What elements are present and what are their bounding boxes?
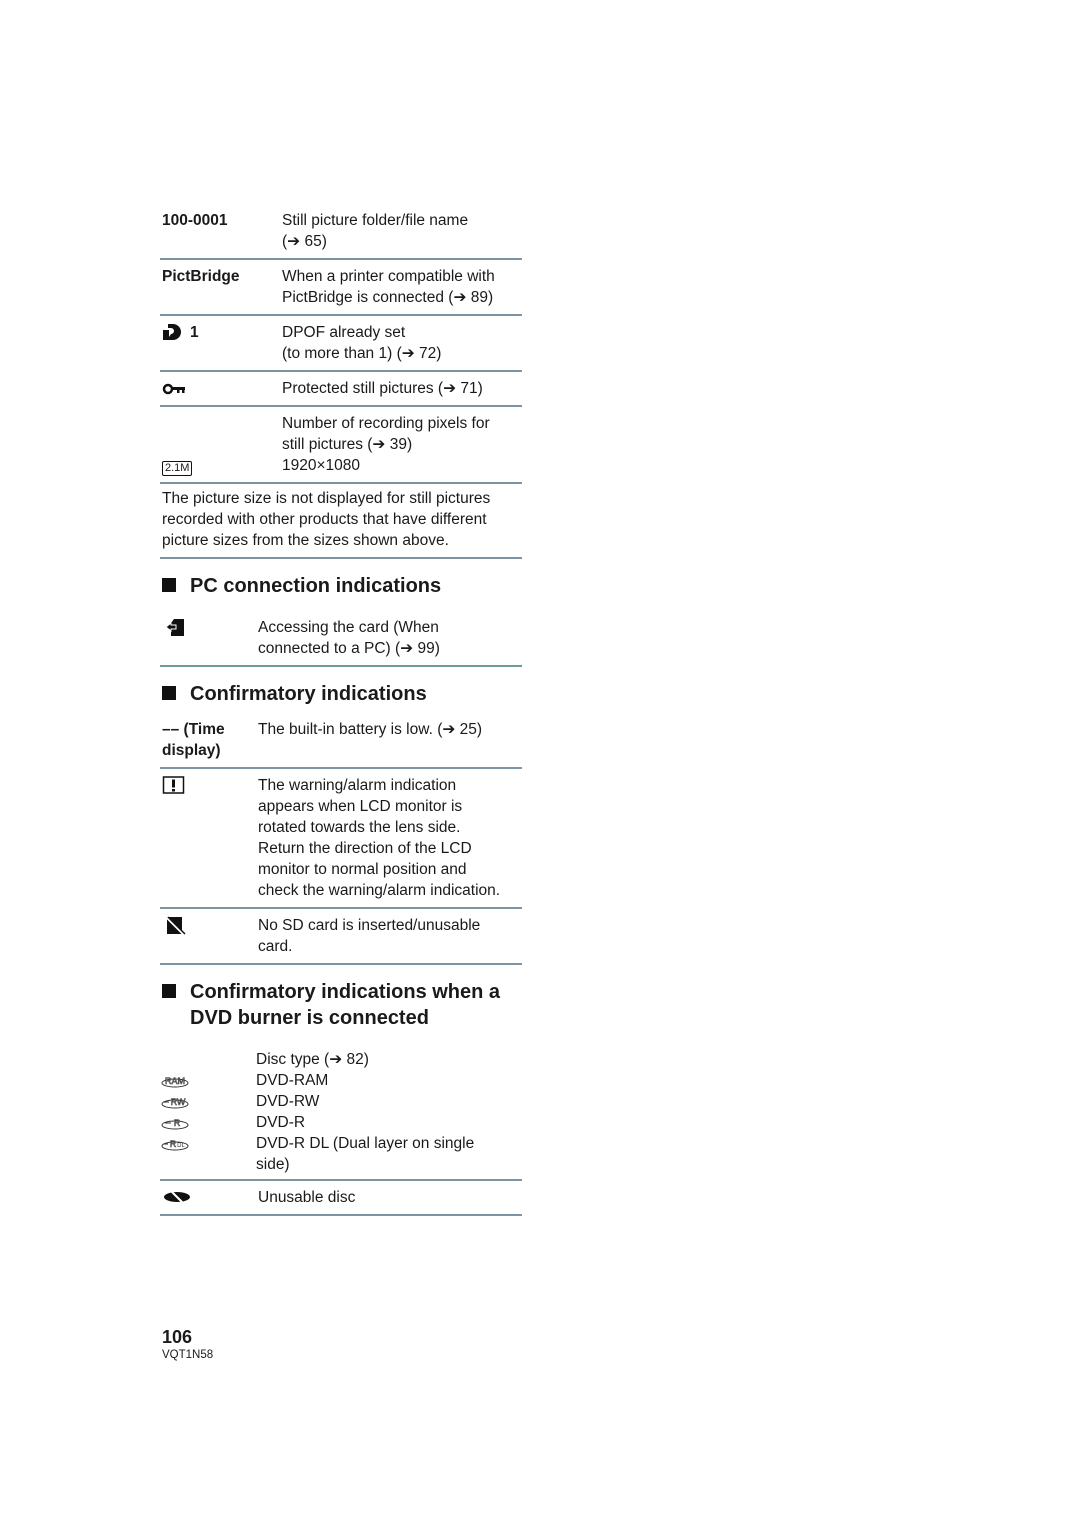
svg-text:R: R — [174, 1118, 181, 1128]
section-heading-pc-connection: PC connection indications — [160, 573, 522, 599]
row-dpof: 1 DPOF already set (to more than 1) (➔ 7… — [160, 316, 522, 372]
no-sd-card-icon — [162, 915, 258, 935]
picture-size-2-1m-icon: 2.1M — [162, 461, 193, 476]
warning-icon — [162, 775, 258, 795]
desc-line: No SD card is inserted/unusable — [258, 917, 481, 934]
dvd-ram-icon: RAM — [160, 1074, 190, 1088]
row-pictbridge: PictBridge When a printer compatible wit… — [160, 260, 522, 316]
dvd-rw-icon: RW — [160, 1095, 190, 1109]
disc-type-header: Disc type (➔ 82) — [256, 1051, 369, 1068]
document-code: VQT1N58 — [162, 1349, 214, 1361]
row-unusable-disc: Unusable disc — [160, 1181, 522, 1216]
card-access-icon — [162, 617, 258, 637]
heading-text: Confirmatory indications — [190, 683, 427, 705]
square-bullet-icon — [162, 686, 176, 700]
svg-text:DL: DL — [177, 1143, 185, 1149]
manual-page: 100-0001 Still picture folder/file name … — [160, 208, 522, 1216]
row-picture-size: 2.1M Number of recording pixels for stil… — [160, 407, 522, 484]
desc-line: When a printer compatible with — [282, 268, 495, 285]
term-line: display) — [162, 742, 221, 759]
unusable-disc-icon — [162, 1187, 258, 1205]
heading-text: DVD burner is connected — [190, 1007, 429, 1029]
disc-label: DVD-RW — [256, 1093, 320, 1110]
desc-line: card. — [258, 938, 293, 955]
desc-line: rotated towards the lens side. — [258, 819, 461, 836]
desc-line: The warning/alarm indication — [258, 777, 457, 794]
protect-key-icon — [162, 378, 282, 398]
desc-line: DPOF already set — [282, 324, 406, 341]
dvd-r-dl-icon: R DL — [160, 1137, 190, 1151]
disc-label: side) — [256, 1156, 290, 1173]
section-heading-confirmatory: Confirmatory indications — [160, 681, 522, 707]
desc-line: (to more than 1) (➔ 72) — [282, 345, 442, 362]
term-pictbridge: PictBridge — [162, 268, 240, 285]
term-100-0001: 100-0001 — [162, 212, 228, 229]
desc-line: Return the direction of the LCD — [258, 840, 472, 857]
desc-line: 1920×1080 — [282, 457, 361, 474]
square-bullet-icon — [162, 578, 176, 592]
disc-label: DVD-R DL (Dual layer on single — [256, 1135, 475, 1152]
page-number: 106 — [162, 1327, 193, 1347]
desc-line: monitor to normal position and — [258, 861, 467, 878]
disc-label: DVD-RAM — [256, 1072, 329, 1089]
square-bullet-icon — [162, 984, 176, 998]
heading-text: PC connection indications — [190, 575, 442, 597]
row-protected: Protected still pictures (➔ 71) — [160, 372, 522, 407]
page-ref: (➔ 65) — [282, 233, 327, 250]
dpof-icon — [162, 322, 184, 342]
disc-type-list: RAM RW R R DL Disc type (➔ 82) DVD-RAM DV… — [160, 1043, 522, 1181]
desc-line: check the warning/alarm indication. — [258, 882, 501, 899]
heading-text: Confirmatory indications when a — [190, 981, 501, 1003]
desc-line: Accessing the card (When — [258, 619, 439, 636]
desc-line: appears when LCD monitor is — [258, 798, 463, 815]
term-line: –– (Time — [162, 721, 225, 738]
dpof-count: 1 — [190, 324, 199, 341]
disc-label: DVD-R — [256, 1114, 306, 1131]
desc-line: Still picture folder/file name — [282, 212, 469, 229]
desc-line: Unusable disc — [258, 1189, 356, 1206]
svg-text:RAM: RAM — [165, 1076, 185, 1086]
desc-line: The built-in battery is low. (➔ 25) — [258, 721, 483, 738]
dvd-r-icon: R — [160, 1116, 190, 1130]
svg-text:RW: RW — [171, 1097, 186, 1107]
desc-line: Number of recording pixels for — [282, 415, 490, 432]
desc-line: connected to a PC) (➔ 99) — [258, 640, 440, 657]
row-folder-file-name: 100-0001 Still picture folder/file name … — [160, 208, 522, 260]
desc-line: Protected still pictures (➔ 71) — [282, 380, 483, 397]
row-time-display: –– (Time display) The built-in battery i… — [160, 719, 522, 769]
desc-line: still pictures (➔ 39) — [282, 436, 413, 453]
desc-line: PictBridge is connected (➔ 89) — [282, 289, 494, 306]
svg-text:R: R — [170, 1139, 177, 1149]
picture-size-note: The picture size is not displayed for st… — [160, 484, 522, 559]
section-heading-dvd-burner: Confirmatory indications when a DVD burn… — [160, 979, 522, 1031]
row-card-access: Accessing the card (When connected to a … — [160, 611, 522, 667]
row-warning: The warning/alarm indication appears whe… — [160, 769, 522, 909]
row-no-sd-card: No SD card is inserted/unusable card. — [160, 909, 522, 965]
